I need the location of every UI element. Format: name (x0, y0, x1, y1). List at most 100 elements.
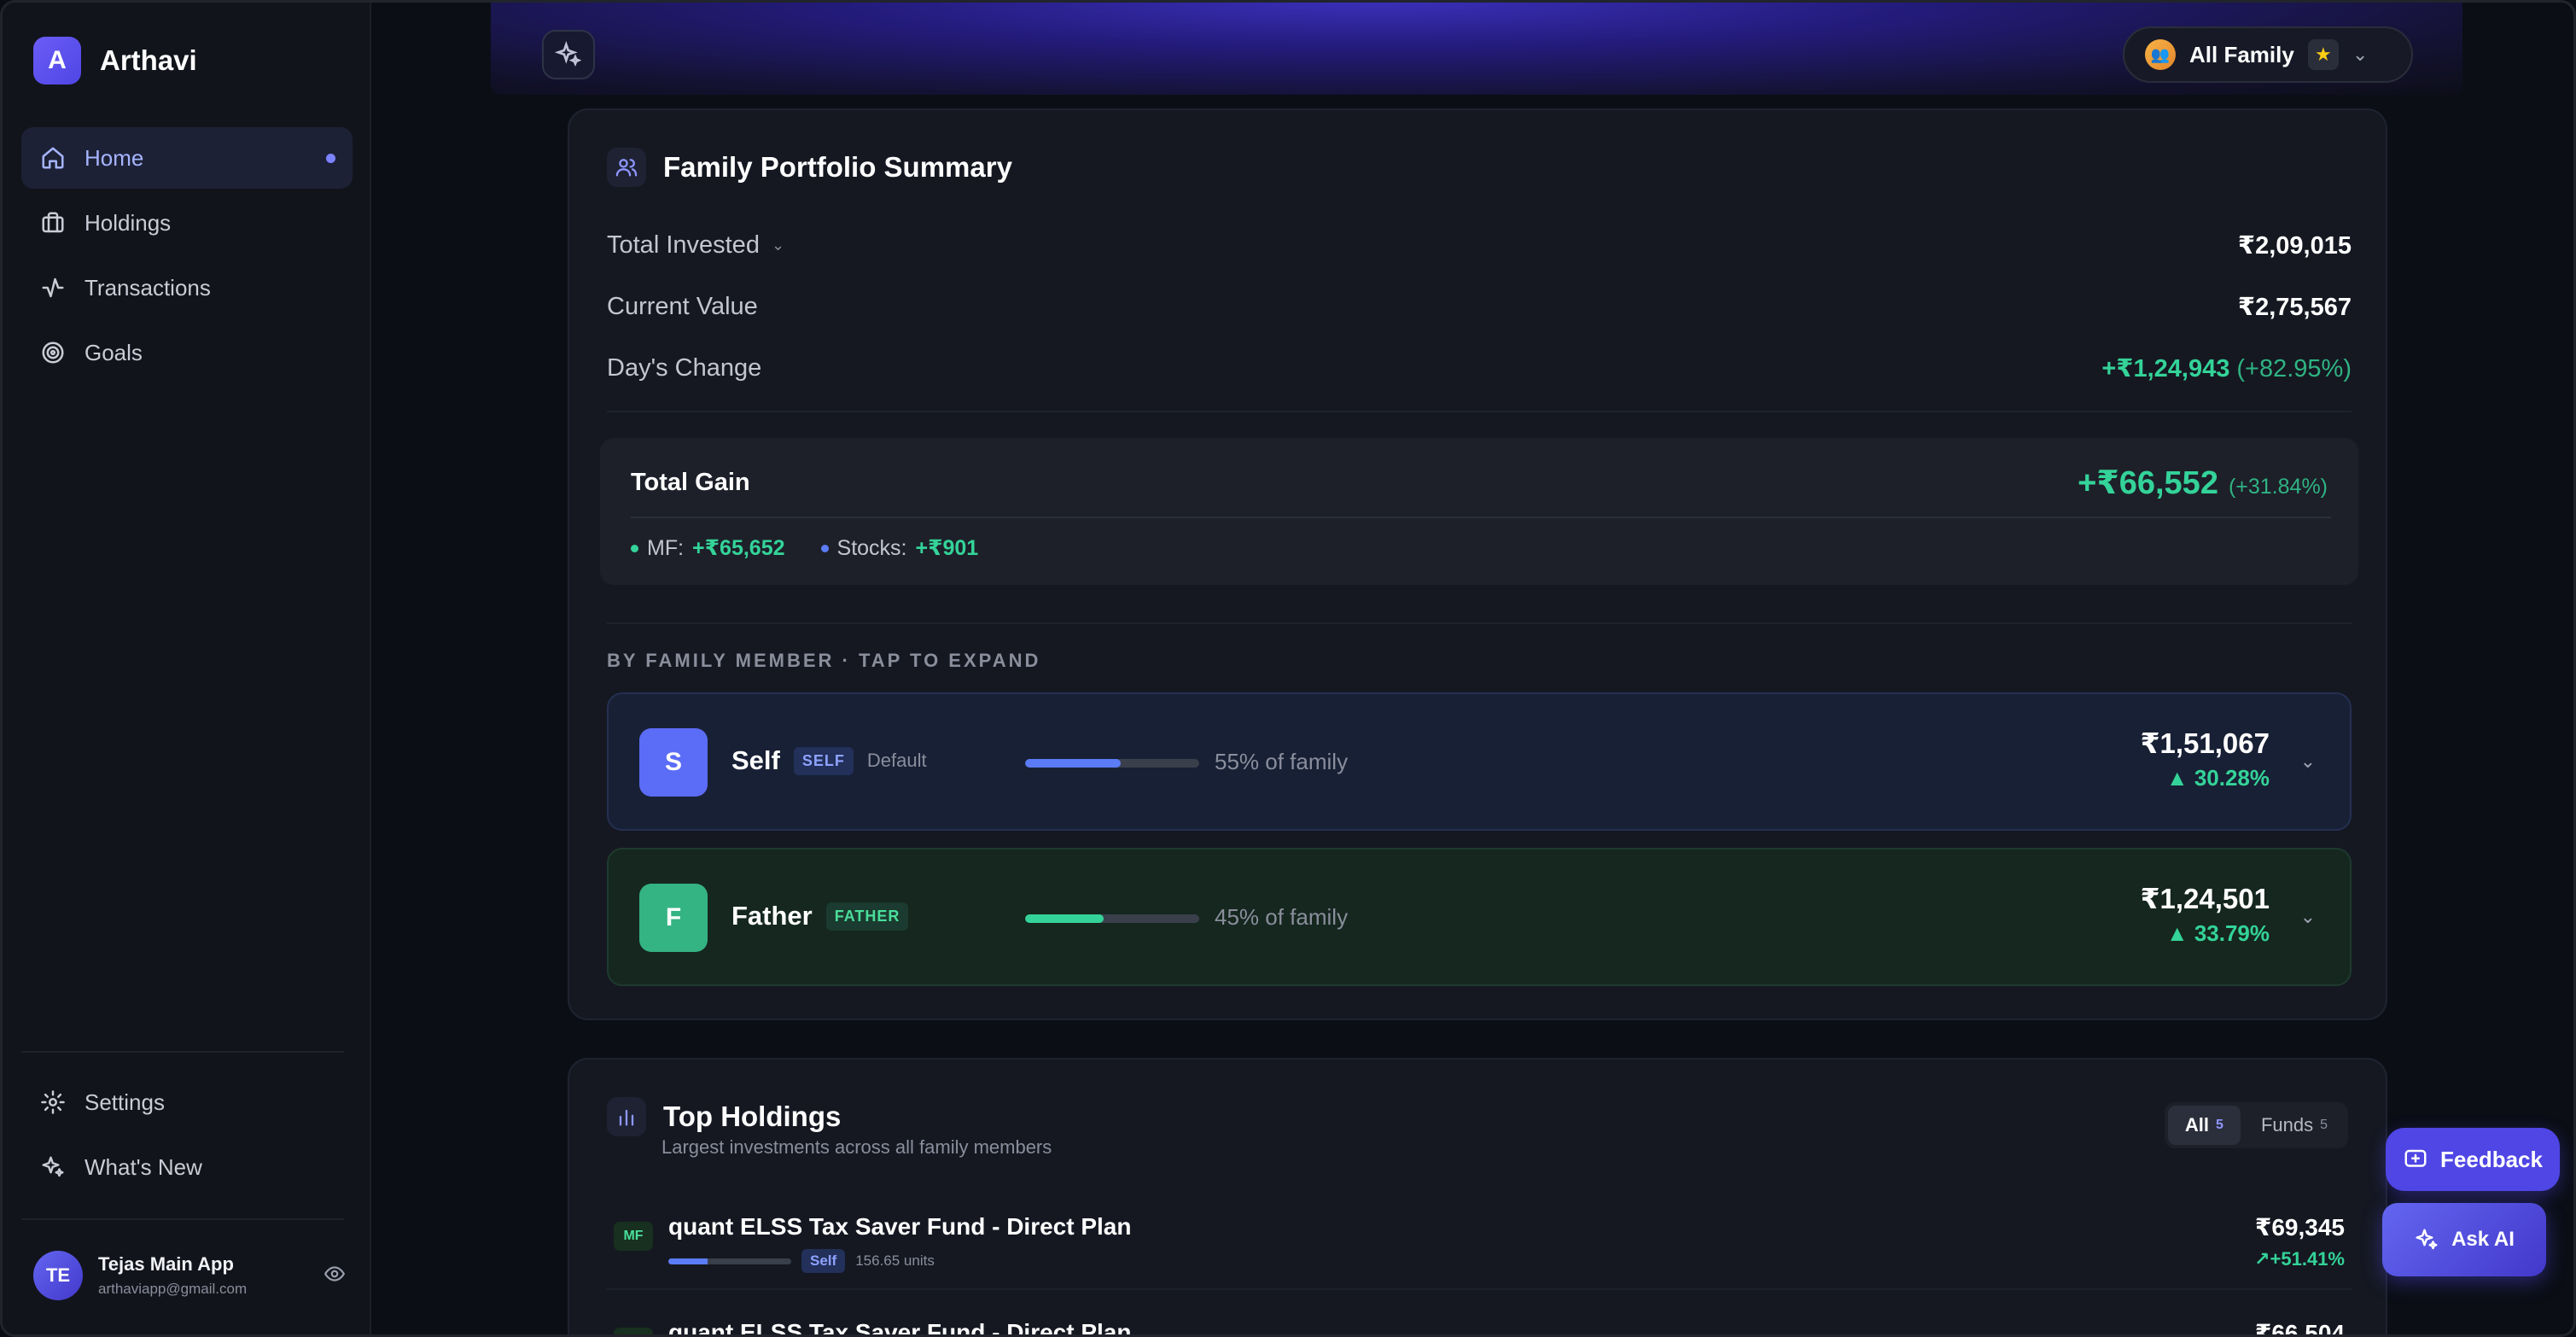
holding-change: ↗+51.41% (2254, 1248, 2345, 1270)
stocks-label: Stocks: (836, 535, 907, 560)
user-name: Tejas Main App (98, 1253, 234, 1275)
holdings-filter-tabs: All 5 Funds 5 (2164, 1102, 2348, 1148)
nav-label-home: Home (85, 144, 144, 171)
days-change-row: Day's Change +₹1,24,943 (+82.95%) (607, 351, 2352, 385)
divider (607, 411, 2352, 412)
chevron-down-icon[interactable]: ⌄ (772, 236, 784, 254)
chevron-down-icon: ⌄ (2352, 44, 2369, 65)
trend-up-icon: ↗ (2254, 1248, 2270, 1270)
member-name: Self (731, 745, 780, 775)
sidebar: A Arthavi Home Holdings Transactions Goa… (3, 3, 371, 1334)
message-plus-icon (2404, 1149, 2427, 1167)
holding-name: quant ELSS Tax Saver Fund - Direct Plan (668, 1213, 1132, 1240)
days-change-label: Day's Change (607, 353, 762, 382)
holding-owner-badge: Self (801, 1249, 846, 1273)
tab-funds[interactable]: Funds 5 (2244, 1106, 2345, 1145)
nav-label-settings: Settings (85, 1089, 165, 1115)
current-value-label: Current Value (607, 292, 758, 320)
feedback-label: Feedback (2440, 1146, 2543, 1172)
brand[interactable]: A Arthavi (33, 37, 197, 85)
feedback-button[interactable]: Feedback (2386, 1128, 2560, 1191)
nav-item-holdings[interactable]: Holdings (21, 192, 353, 254)
stocks-bullet (820, 544, 829, 552)
family-selector[interactable]: 👥 All Family ★ ⌄ (2123, 26, 2413, 83)
mf-gain: MF: +₹65,652 (631, 535, 785, 561)
family-portfolio-summary-card: Family Portfolio Summary Total Invested … (568, 108, 2387, 1020)
card-title: Top Holdings (663, 1101, 842, 1132)
member-value: ₹1,51,067 (2140, 727, 2270, 759)
ai-sparkle-button[interactable] (542, 30, 595, 79)
divider (607, 1288, 2352, 1290)
holding-row[interactable]: MF quant ELSS Tax Saver Fund - Direct Pl… (607, 1206, 2352, 1275)
tab-label: All (2184, 1114, 2210, 1136)
stocks-gain: Stocks: +₹901 (820, 535, 978, 561)
holding-type-badge: MF (614, 1222, 653, 1251)
total-invested-label: Total Invested (607, 231, 760, 259)
nav-item-transactions[interactable]: Transactions (21, 257, 353, 318)
sparkle-icon (555, 41, 582, 67)
user-profile[interactable]: TE Tejas Main App arthaviapp@gmail.com (33, 1251, 349, 1300)
target-icon (38, 338, 67, 367)
holding-share-bar-fill (668, 1258, 708, 1264)
briefcase-icon (38, 208, 67, 237)
days-change-percent: (+82.95%) (2236, 354, 2352, 382)
tab-count: 5 (2320, 1118, 2328, 1132)
family-selector-label: All Family (2189, 41, 2294, 67)
card-subtitle: Largest investments across all family me… (661, 1136, 1052, 1158)
total-invested-row[interactable]: Total Invested ⌄ ₹2,09,015 (607, 228, 2352, 262)
member-avatar: F (639, 884, 708, 952)
nav-label-whats-new: What's New (85, 1153, 202, 1180)
tab-all[interactable]: All 5 (2167, 1106, 2241, 1145)
total-invested-value: ₹2,09,015 (2237, 231, 2352, 260)
main-nav: Home Holdings Transactions Goals (21, 127, 353, 387)
current-value-value: ₹2,75,567 (2237, 293, 2352, 321)
tab-count: 5 (2216, 1118, 2223, 1132)
member-card-father[interactable]: F Father FATHER 45% of family ₹1,24,501 … (607, 848, 2352, 986)
member-relation-badge: SELF (793, 746, 854, 775)
member-share-label: 45% of family (1215, 904, 1349, 930)
ask-ai-button[interactable]: Ask AI (2382, 1203, 2546, 1276)
star-icon: ★ (2307, 39, 2339, 70)
member-card-self[interactable]: S Self SELF Default 55% of family ₹1,51,… (607, 692, 2352, 831)
chevron-down-icon[interactable]: ⌄ (2300, 750, 2316, 773)
current-value-row: Current Value ₹2,75,567 (607, 289, 2352, 324)
holding-value: ₹66,504 (2254, 1320, 2345, 1337)
divider (631, 517, 2331, 518)
member-share-bar (1025, 759, 1199, 768)
member-name: Father (731, 901, 813, 931)
avatar: TE (33, 1251, 83, 1300)
mf-gain-value: +₹65,652 (692, 536, 785, 560)
eye-icon[interactable] (323, 1263, 349, 1288)
total-gain-box: Total Gain +₹66,552 (+31.84%) MF: +₹65,6… (600, 438, 2358, 585)
member-relation-badge: FATHER (825, 902, 909, 931)
divider (607, 622, 2352, 624)
user-email: arthaviapp@gmail.com (98, 1281, 248, 1297)
chevron-down-icon[interactable]: ⌄ (2300, 906, 2316, 928)
holding-name: quant ELSS Tax Saver Fund - Direct Plan (668, 1319, 1132, 1337)
top-holdings-card: Top Holdings Largest investments across … (568, 1058, 2387, 1337)
home-icon (38, 143, 67, 172)
member-share-label: 55% of family (1215, 749, 1349, 774)
brand-name: Arthavi (100, 44, 197, 76)
nav-item-goals[interactable]: Goals (21, 322, 353, 383)
card-title: Family Portfolio Summary (663, 151, 1012, 183)
section-label: BY FAMILY MEMBER · TAP TO EXPAND (607, 650, 1041, 671)
nav-item-home[interactable]: Home (21, 127, 353, 189)
total-gain-value: +₹66,552 (2078, 465, 2218, 501)
member-share-bar-fill (1025, 759, 1122, 768)
mf-bullet (631, 544, 638, 552)
holding-row[interactable]: MF quant ELSS Tax Saver Fund - Direct Pl… (607, 1312, 2352, 1337)
sidebar-divider (21, 1051, 344, 1053)
nav-item-whats-new[interactable]: What's New (21, 1136, 353, 1198)
active-indicator-dot (326, 153, 335, 163)
member-avatar: S (639, 728, 708, 797)
nav-label-holdings: Holdings (85, 209, 172, 236)
nav-label-goals: Goals (85, 339, 143, 365)
brand-logo: A (33, 37, 81, 85)
holding-type-badge: MF (614, 1328, 653, 1334)
family-icon: 👥 (2145, 39, 2176, 70)
nav-item-settings[interactable]: Settings (21, 1071, 353, 1133)
member-value: ₹1,24,501 (2140, 883, 2270, 914)
member-share-bar (1025, 914, 1199, 923)
total-gain-percent: (+31.84%) (2228, 475, 2328, 499)
